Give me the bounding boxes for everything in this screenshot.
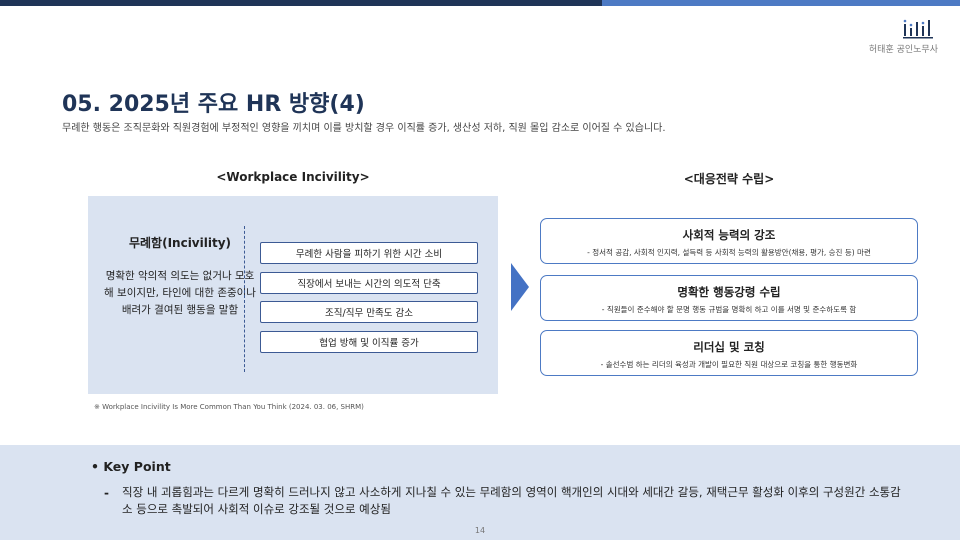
workplace-incivility-heading: <Workplace Incivility>	[216, 170, 370, 184]
company-logo-icon	[903, 19, 933, 39]
top-bar-dark	[0, 0, 602, 6]
strategy-card-social-skills: 사회적 능력의 강조 - 정서적 공감, 사회적 인지력, 설득력 등 사회적 …	[540, 218, 918, 264]
strategy-description: - 직원들이 준수해야 할 문명 행동 규범을 명확히 하고 이를 서명 및 준…	[601, 305, 857, 314]
strategy-description: - 정서적 공감, 사회적 인지력, 설득력 등 사회적 능력의 활용방안(채용…	[587, 248, 871, 257]
incivility-definition: 명확한 악의적 의도는 없거나 모호해 보이지만, 타인에 대한 존중이나 배려…	[104, 270, 256, 316]
strategy-heading: <대응전략 수립>	[683, 172, 775, 186]
key-point-title: • Key Point	[91, 459, 171, 474]
effect-item: 직장에서 보내는 시간의 의도적 단축	[260, 272, 478, 294]
key-point-bullet: -	[104, 486, 109, 500]
incivility-term: 무례함(Incivility)	[128, 236, 232, 250]
strategy-title: 리더십 및 코칭	[693, 340, 765, 354]
top-bar-light	[602, 0, 960, 6]
key-point-text: 직장 내 괴롭힘과는 다르게 명확히 드러나지 않고 사소하게 지나칠 수 있는…	[122, 485, 901, 516]
page-title: 05. 2025년 주요 HR 방향(4)	[62, 92, 365, 117]
strategy-description: - 솔선수범 하는 리더의 육성과 개발이 필요한 직원 대상으로 코칭을 통한…	[600, 360, 858, 369]
strategy-card-code-of-conduct: 명확한 행동강령 수립 - 직원들이 준수해야 할 문명 행동 규범을 명확히 …	[540, 275, 918, 321]
page-subtitle: 무례한 행동은 조직문화와 직원경험에 부정적인 영향을 끼치며 이를 방치할 …	[62, 123, 666, 134]
incivility-panel: 무례함(Incivility) 명확한 악의적 의도는 없거나 모호해 보이지만…	[88, 196, 498, 394]
page-number: 14	[474, 526, 486, 535]
effect-item: 무례한 사람을 피하기 위한 시간 소비	[260, 242, 478, 264]
effect-item: 조직/직무 만족도 감소	[260, 301, 478, 323]
strategy-title: 명확한 행동강령 수립	[677, 285, 781, 299]
effect-item: 협업 방해 및 이직률 증가	[260, 331, 478, 353]
right-arrow-icon	[511, 263, 529, 311]
strategy-title: 사회적 능력의 강조	[682, 228, 776, 242]
logo-text: 허태훈 공인노무사	[868, 45, 938, 55]
key-point-panel: • Key Point - 직장 내 괴롭힘과는 다르게 명확히 드러나지 않고…	[0, 445, 960, 540]
panel-divider	[244, 226, 245, 372]
strategy-card-leadership-coaching: 리더십 및 코칭 - 솔선수범 하는 리더의 육성과 개발이 필요한 직원 대상…	[540, 330, 918, 376]
source-note: ※ Workplace Incivility Is More Common Th…	[94, 403, 364, 411]
